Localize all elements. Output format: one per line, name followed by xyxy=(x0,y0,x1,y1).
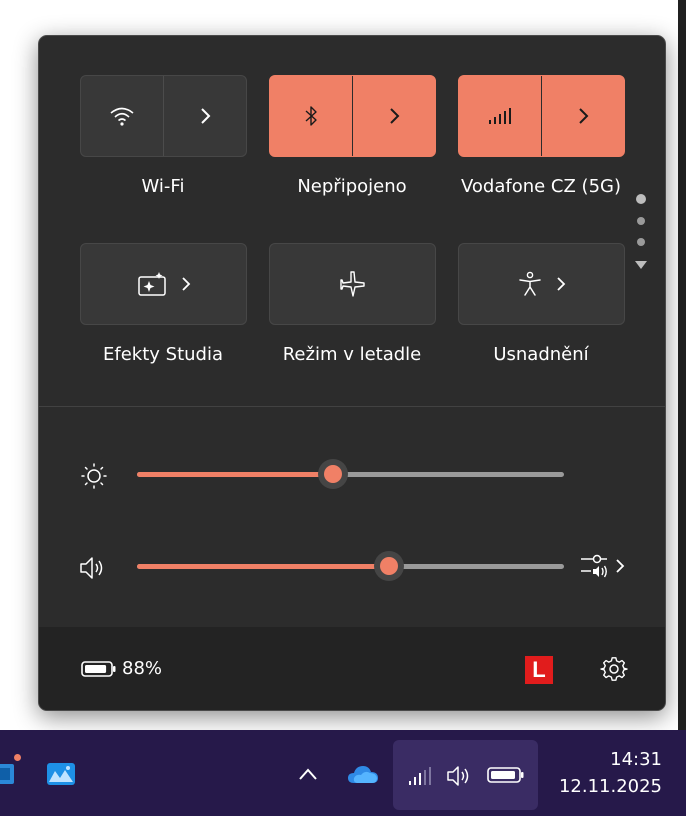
cellular-tile xyxy=(458,75,625,157)
brightness-slider-thumb[interactable] xyxy=(318,459,349,489)
bluetooth-label: Nepřipojeno xyxy=(297,176,407,197)
section-divider xyxy=(39,406,665,407)
speaker-icon[interactable] xyxy=(78,554,108,582)
chevron-right-icon xyxy=(616,559,625,573)
brightness-icon xyxy=(81,463,107,489)
cellular-expand-button[interactable] xyxy=(542,76,624,156)
audio-output-button[interactable] xyxy=(579,551,625,581)
photos-app-button[interactable] xyxy=(46,762,76,790)
accessibility-label: Usnadnění xyxy=(493,344,589,365)
quick-settings-panel: Wi-Fi Nepřipojeno Vodafone CZ (5G) Efekt… xyxy=(38,35,666,711)
bluetooth-toggle-button[interactable] xyxy=(270,76,353,156)
volume-icon xyxy=(447,766,469,786)
wifi-label: Wi-Fi xyxy=(141,176,185,197)
bluetooth-tile xyxy=(269,75,436,157)
chevron-right-icon xyxy=(390,108,400,124)
wifi-expand-button[interactable] xyxy=(164,76,246,156)
clock-time: 14:31 xyxy=(610,749,662,770)
chevron-right-icon xyxy=(181,277,190,291)
notification-dot xyxy=(14,754,21,761)
chevron-right-icon xyxy=(579,108,589,124)
clock-date: 12.11.2025 xyxy=(558,776,662,797)
airplane-icon xyxy=(339,271,365,297)
airplane-mode-button[interactable] xyxy=(269,243,436,325)
volume-slider[interactable] xyxy=(137,551,564,581)
chevron-right-icon xyxy=(201,108,211,124)
page-dot[interactable] xyxy=(637,238,645,246)
page-dot[interactable] xyxy=(637,217,645,225)
brightness-slider-fill xyxy=(137,472,334,477)
volume-slider-thumb[interactable] xyxy=(373,551,404,581)
app-icon xyxy=(0,764,14,784)
page-dot-active[interactable] xyxy=(636,194,646,204)
system-tray-status-button[interactable] xyxy=(393,740,538,810)
wifi-icon xyxy=(110,107,134,126)
wifi-tile xyxy=(80,75,247,157)
taskbar: 14:31 12.11.2025 xyxy=(0,730,686,816)
app-badge-l[interactable]: L xyxy=(525,656,553,684)
pinned-app-button[interactable] xyxy=(0,754,21,786)
studio-effects-label: Efekty Studia xyxy=(103,344,223,365)
photos-icon xyxy=(47,763,75,785)
wifi-toggle-button[interactable] xyxy=(81,76,164,156)
battery-status-button[interactable]: 88% xyxy=(81,658,162,679)
cellular-toggle-button[interactable] xyxy=(459,76,542,156)
cellular-icon xyxy=(489,108,511,124)
studio-effects-icon xyxy=(137,272,166,296)
studio-effects-button[interactable] xyxy=(80,243,247,325)
chevron-right-icon xyxy=(556,277,565,291)
clock-button[interactable]: 14:31 12.11.2025 xyxy=(546,746,662,800)
background-window-edge xyxy=(678,0,686,730)
chevron-up-icon[interactable] xyxy=(297,766,319,782)
settings-gear-icon[interactable] xyxy=(600,656,628,684)
audio-mixer-icon xyxy=(581,554,607,578)
cellular-signal-icon xyxy=(409,767,431,785)
bluetooth-expand-button[interactable] xyxy=(353,76,435,156)
airplane-mode-label: Režim v letadle xyxy=(282,344,422,365)
bluetooth-icon xyxy=(305,106,317,126)
accessibility-icon xyxy=(518,271,541,296)
cellular-label: Vodafone CZ (5G) xyxy=(460,176,621,197)
battery-icon xyxy=(81,660,116,677)
onedrive-icon[interactable] xyxy=(347,763,379,785)
battery-percentage: 88% xyxy=(122,658,163,679)
accessibility-button[interactable] xyxy=(458,243,625,325)
brightness-slider[interactable] xyxy=(137,459,564,489)
quick-settings-footer: 88% L xyxy=(39,627,665,710)
battery-tray-icon xyxy=(487,767,524,783)
caret-down-icon[interactable] xyxy=(634,260,648,270)
volume-slider-fill xyxy=(137,564,389,569)
